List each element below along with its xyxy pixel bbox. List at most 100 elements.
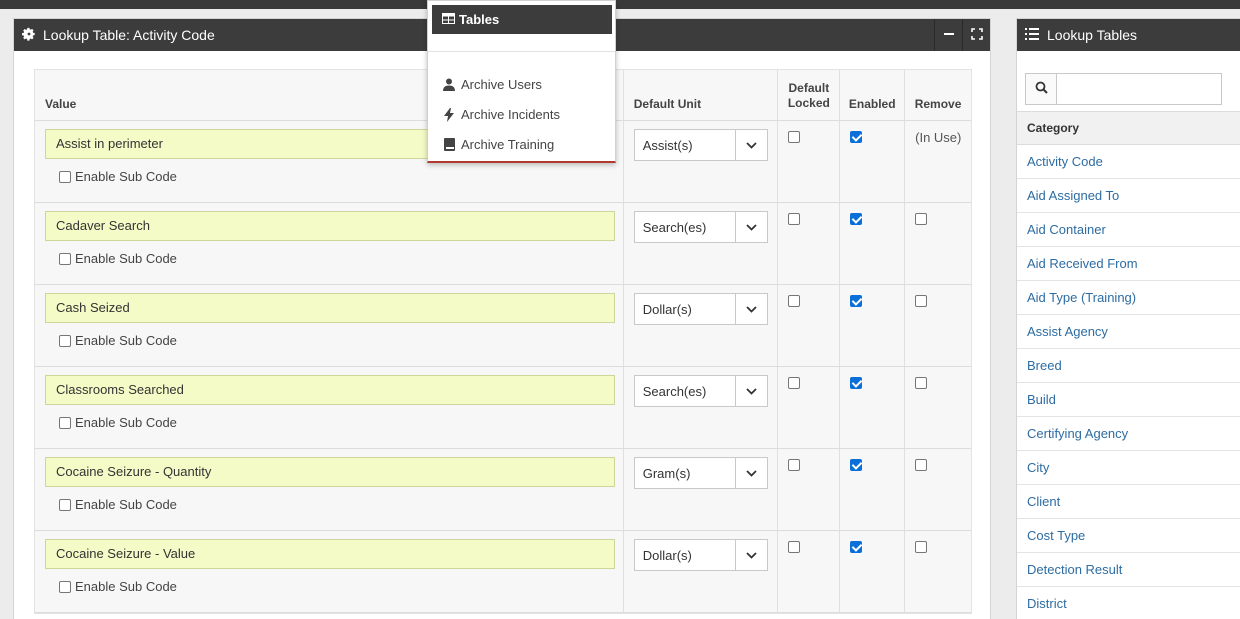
category-item[interactable]: Assist Agency: [1017, 315, 1240, 349]
category-item[interactable]: Cost Type: [1017, 519, 1240, 553]
default-unit-select[interactable]: Gram(s): [633, 457, 768, 489]
category-list: Category Activity Code Aid Assigned To Aid…: [1017, 111, 1240, 619]
default-locked-checkbox[interactable]: [788, 541, 801, 553]
value-input[interactable]: Classrooms Searched: [45, 375, 615, 405]
enable-sub-code-checkbox[interactable]: [59, 252, 71, 265]
menu-item-archive-incidents[interactable]: Archive Incidents: [442, 107, 560, 122]
menu-item-archive-training[interactable]: Archive Training: [442, 137, 554, 152]
chevron-down-icon: [734, 376, 767, 406]
enable-sub-code[interactable]: Enable Sub Code: [59, 415, 177, 430]
top-bar: [0, 0, 1240, 9]
value-cell: Cocaine Seizure - Quantity Enable Sub Co…: [35, 449, 624, 530]
enable-sub-code-checkbox[interactable]: [59, 580, 71, 593]
remove-cell: [905, 449, 971, 530]
panel-title: Lookup Table: Activity Code: [43, 27, 215, 43]
category-item[interactable]: Aid Received From: [1017, 247, 1240, 281]
category-item[interactable]: Client: [1017, 485, 1240, 519]
default-locked-cell: [778, 203, 841, 284]
right-panel-title: Lookup Tables: [1047, 27, 1138, 43]
minimize-button[interactable]: [934, 19, 962, 51]
enabled-checkbox[interactable]: [850, 377, 863, 389]
enable-sub-code-checkbox[interactable]: [59, 170, 71, 183]
default-locked-checkbox[interactable]: [788, 131, 801, 143]
enable-sub-code-checkbox[interactable]: [59, 334, 71, 347]
table-row: Cadaver Search Enable Sub Code Search(es…: [35, 203, 971, 285]
value-cell: Cadaver Search Enable Sub Code: [35, 203, 624, 284]
category-item[interactable]: Build: [1017, 383, 1240, 417]
column-enabled: Enabled: [840, 70, 906, 120]
search-button[interactable]: [1026, 74, 1057, 104]
remove-checkbox[interactable]: [915, 213, 928, 225]
remove-checkbox[interactable]: [915, 377, 928, 389]
default-locked-checkbox[interactable]: [788, 295, 801, 307]
default-locked-cell: [778, 449, 841, 530]
value-input[interactable]: Cash Seized: [45, 293, 615, 323]
default-unit-cell: Dollar(s): [624, 531, 779, 612]
chevron-down-icon: [734, 458, 767, 488]
user-icon: [442, 78, 456, 91]
book-icon: [442, 138, 456, 151]
enabled-checkbox[interactable]: [850, 459, 863, 471]
remove-checkbox[interactable]: [915, 541, 928, 553]
menu-header-label: Tables: [459, 12, 500, 27]
default-locked-checkbox[interactable]: [788, 377, 801, 389]
default-unit-value: Search(es): [642, 219, 707, 235]
enabled-checkbox[interactable]: [850, 541, 863, 553]
enabled-checkbox[interactable]: [850, 295, 863, 307]
enabled-cell: [840, 203, 906, 284]
maximize-button[interactable]: [962, 19, 990, 51]
enable-sub-code[interactable]: Enable Sub Code: [59, 251, 177, 266]
default-unit-select[interactable]: Dollar(s): [633, 293, 768, 325]
default-unit-select[interactable]: Dollar(s): [633, 539, 768, 571]
enable-sub-code-label: Enable Sub Code: [75, 333, 177, 348]
chevron-down-icon: [734, 540, 767, 570]
menu-divider: [428, 51, 615, 52]
category-item[interactable]: Aid Assigned To: [1017, 179, 1240, 213]
category-item[interactable]: Aid Container: [1017, 213, 1240, 247]
default-unit-cell: Search(es): [624, 367, 779, 448]
remove-checkbox[interactable]: [915, 295, 928, 307]
category-item[interactable]: Activity Code: [1017, 145, 1240, 179]
category-item[interactable]: City: [1017, 451, 1240, 485]
enabled-cell: [840, 531, 906, 612]
enabled-cell: [840, 367, 906, 448]
default-unit-value: Assist(s): [642, 137, 693, 153]
enabled-checkbox[interactable]: [850, 213, 863, 225]
default-unit-cell: Search(es): [624, 203, 779, 284]
menu-header-tables[interactable]: Tables: [432, 5, 612, 34]
enable-sub-code-checkbox[interactable]: [59, 416, 71, 429]
category-item[interactable]: Certifying Agency: [1017, 417, 1240, 451]
remove-checkbox[interactable]: [915, 459, 928, 471]
menu-item-label: Archive Incidents: [461, 107, 560, 122]
enable-sub-code[interactable]: Enable Sub Code: [59, 497, 177, 512]
default-locked-cell: [778, 367, 841, 448]
default-unit-select[interactable]: Search(es): [633, 211, 768, 243]
enable-sub-code[interactable]: Enable Sub Code: [59, 169, 177, 184]
menu-item-label: Archive Users: [461, 77, 542, 92]
enabled-checkbox[interactable]: [850, 131, 863, 143]
default-locked-checkbox[interactable]: [788, 213, 801, 225]
category-item[interactable]: Aid Type (Training): [1017, 281, 1240, 315]
default-unit-value: Gram(s): [642, 465, 691, 481]
column-remove: Remove: [914, 97, 962, 111]
table-row: Classrooms Searched Enable Sub Code Sear…: [35, 367, 971, 449]
category-item[interactable]: District: [1017, 587, 1240, 619]
value-cell: Cocaine Seizure - Value Enable Sub Code: [35, 531, 624, 612]
value-input[interactable]: Cocaine Seizure - Quantity: [45, 457, 615, 487]
search-input[interactable]: [1057, 74, 1221, 104]
value-input[interactable]: Cocaine Seizure - Value: [45, 539, 615, 569]
category-item[interactable]: Detection Result: [1017, 553, 1240, 587]
value-input[interactable]: Cadaver Search: [45, 211, 615, 241]
gear-icon: [22, 27, 36, 44]
enable-sub-code[interactable]: Enable Sub Code: [59, 333, 177, 348]
default-unit-cell: Dollar(s): [624, 285, 779, 366]
enable-sub-code-checkbox[interactable]: [59, 498, 71, 511]
category-item[interactable]: Breed: [1017, 349, 1240, 383]
default-locked-checkbox[interactable]: [788, 459, 801, 471]
table-row: Cocaine Seizure - Quantity Enable Sub Co…: [35, 449, 971, 531]
default-unit-select[interactable]: Assist(s): [633, 129, 768, 161]
enable-sub-code[interactable]: Enable Sub Code: [59, 579, 177, 594]
menu-item-archive-users[interactable]: Archive Users: [442, 77, 542, 92]
default-unit-select[interactable]: Search(es): [633, 375, 768, 407]
default-unit-value: Dollar(s): [642, 547, 692, 563]
